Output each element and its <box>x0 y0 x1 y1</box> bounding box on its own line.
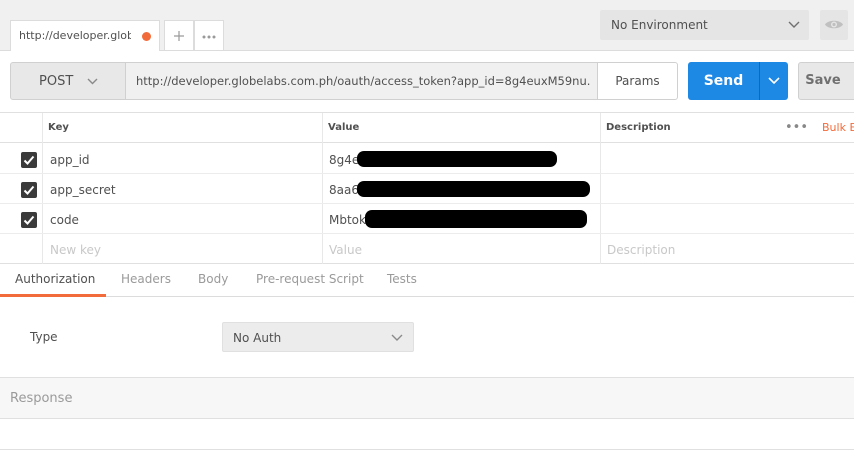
request-tab[interactable]: http://developer.globelabs.com.ph/oauth/… <box>10 20 160 51</box>
auth-type-label: Type <box>30 330 58 344</box>
new-value-input[interactable]: Value <box>329 243 362 257</box>
more-tabs-button[interactable] <box>194 20 224 51</box>
method-label: POST <box>39 74 74 89</box>
chevron-down-icon <box>768 77 780 85</box>
new-param-row: New key Value Description <box>0 234 854 264</box>
redaction-mark <box>357 151 557 167</box>
param-key[interactable]: app_id <box>50 153 90 167</box>
save-options-dropdown[interactable] <box>847 62 854 100</box>
response-label: Response <box>10 391 73 406</box>
eye-icon <box>825 20 843 29</box>
check-icon <box>23 185 35 195</box>
tab-authorization[interactable]: Authorization <box>15 272 95 286</box>
more-horizontal-icon <box>202 35 216 39</box>
tab-body[interactable]: Body <box>198 272 228 286</box>
auth-type-value: No Auth <box>233 331 282 345</box>
table-row: code Mbtok <box>0 204 854 234</box>
active-tab-indicator <box>0 294 106 297</box>
check-icon <box>23 215 35 225</box>
unsaved-changes-dot-icon <box>142 32 151 41</box>
response-panel: Response <box>0 377 854 419</box>
key-column-header: Key <box>42 113 322 143</box>
row-enabled-checkbox[interactable] <box>21 152 37 168</box>
environment-quick-look-button[interactable] <box>820 10 848 40</box>
param-key[interactable]: code <box>50 213 79 227</box>
redaction-mark <box>365 210 587 228</box>
check-icon <box>23 155 35 165</box>
method-select[interactable]: POST <box>10 62 126 100</box>
request-tab-label: http://developer.globelabs.com.ph/oauth/… <box>19 29 131 42</box>
send-options-dropdown[interactable] <box>759 62 788 100</box>
param-key[interactable]: app_secret <box>50 183 116 197</box>
tab-tests[interactable]: Tests <box>387 272 417 286</box>
tab-pre-request-script[interactable]: Pre-request Script <box>256 272 364 286</box>
row-enabled-checkbox[interactable] <box>21 182 37 198</box>
value-column-header: Value <box>322 113 600 143</box>
checkbox-column-header <box>0 113 42 143</box>
chevron-down-icon <box>788 21 800 28</box>
params-table: Key Value Description ••• Bulk Edit app_… <box>0 112 854 264</box>
plus-icon <box>174 31 184 41</box>
tab-headers[interactable]: Headers <box>121 272 171 286</box>
redaction-mark <box>357 181 590 197</box>
description-column-header: Description <box>600 113 854 143</box>
row-enabled-checkbox[interactable] <box>21 212 37 228</box>
table-row: app_id 8g4e <box>0 144 854 174</box>
request-section-tabs: Authorization Headers Body Pre-request S… <box>0 264 854 297</box>
environment-select[interactable]: No Environment <box>600 10 809 40</box>
param-value[interactable]: 8g4e <box>329 153 359 167</box>
param-value[interactable]: 8aa6 <box>329 183 359 197</box>
auth-type-select[interactable]: No Auth <box>222 322 414 352</box>
param-value[interactable]: Mbtok <box>329 213 366 227</box>
table-options-icon[interactable]: ••• <box>785 113 808 143</box>
divider <box>0 449 854 450</box>
new-tab-button[interactable] <box>164 20 194 51</box>
url-text: http://developer.globelabs.com.ph/oauth/… <box>136 74 591 88</box>
new-description-input[interactable]: Description <box>607 243 675 257</box>
params-button[interactable]: Params <box>597 62 678 100</box>
chevron-down-icon <box>87 78 98 85</box>
bulk-edit-link[interactable]: Bulk Edit <box>822 113 854 143</box>
send-button[interactable]: Send <box>688 62 759 100</box>
chevron-down-icon <box>391 334 403 341</box>
new-key-input[interactable]: New key <box>50 243 101 257</box>
table-row: app_secret 8aa6 <box>0 174 854 204</box>
url-input[interactable]: http://developer.globelabs.com.ph/oauth/… <box>126 62 597 100</box>
environment-select-label: No Environment <box>611 18 708 32</box>
save-button[interactable]: Save <box>798 62 848 100</box>
